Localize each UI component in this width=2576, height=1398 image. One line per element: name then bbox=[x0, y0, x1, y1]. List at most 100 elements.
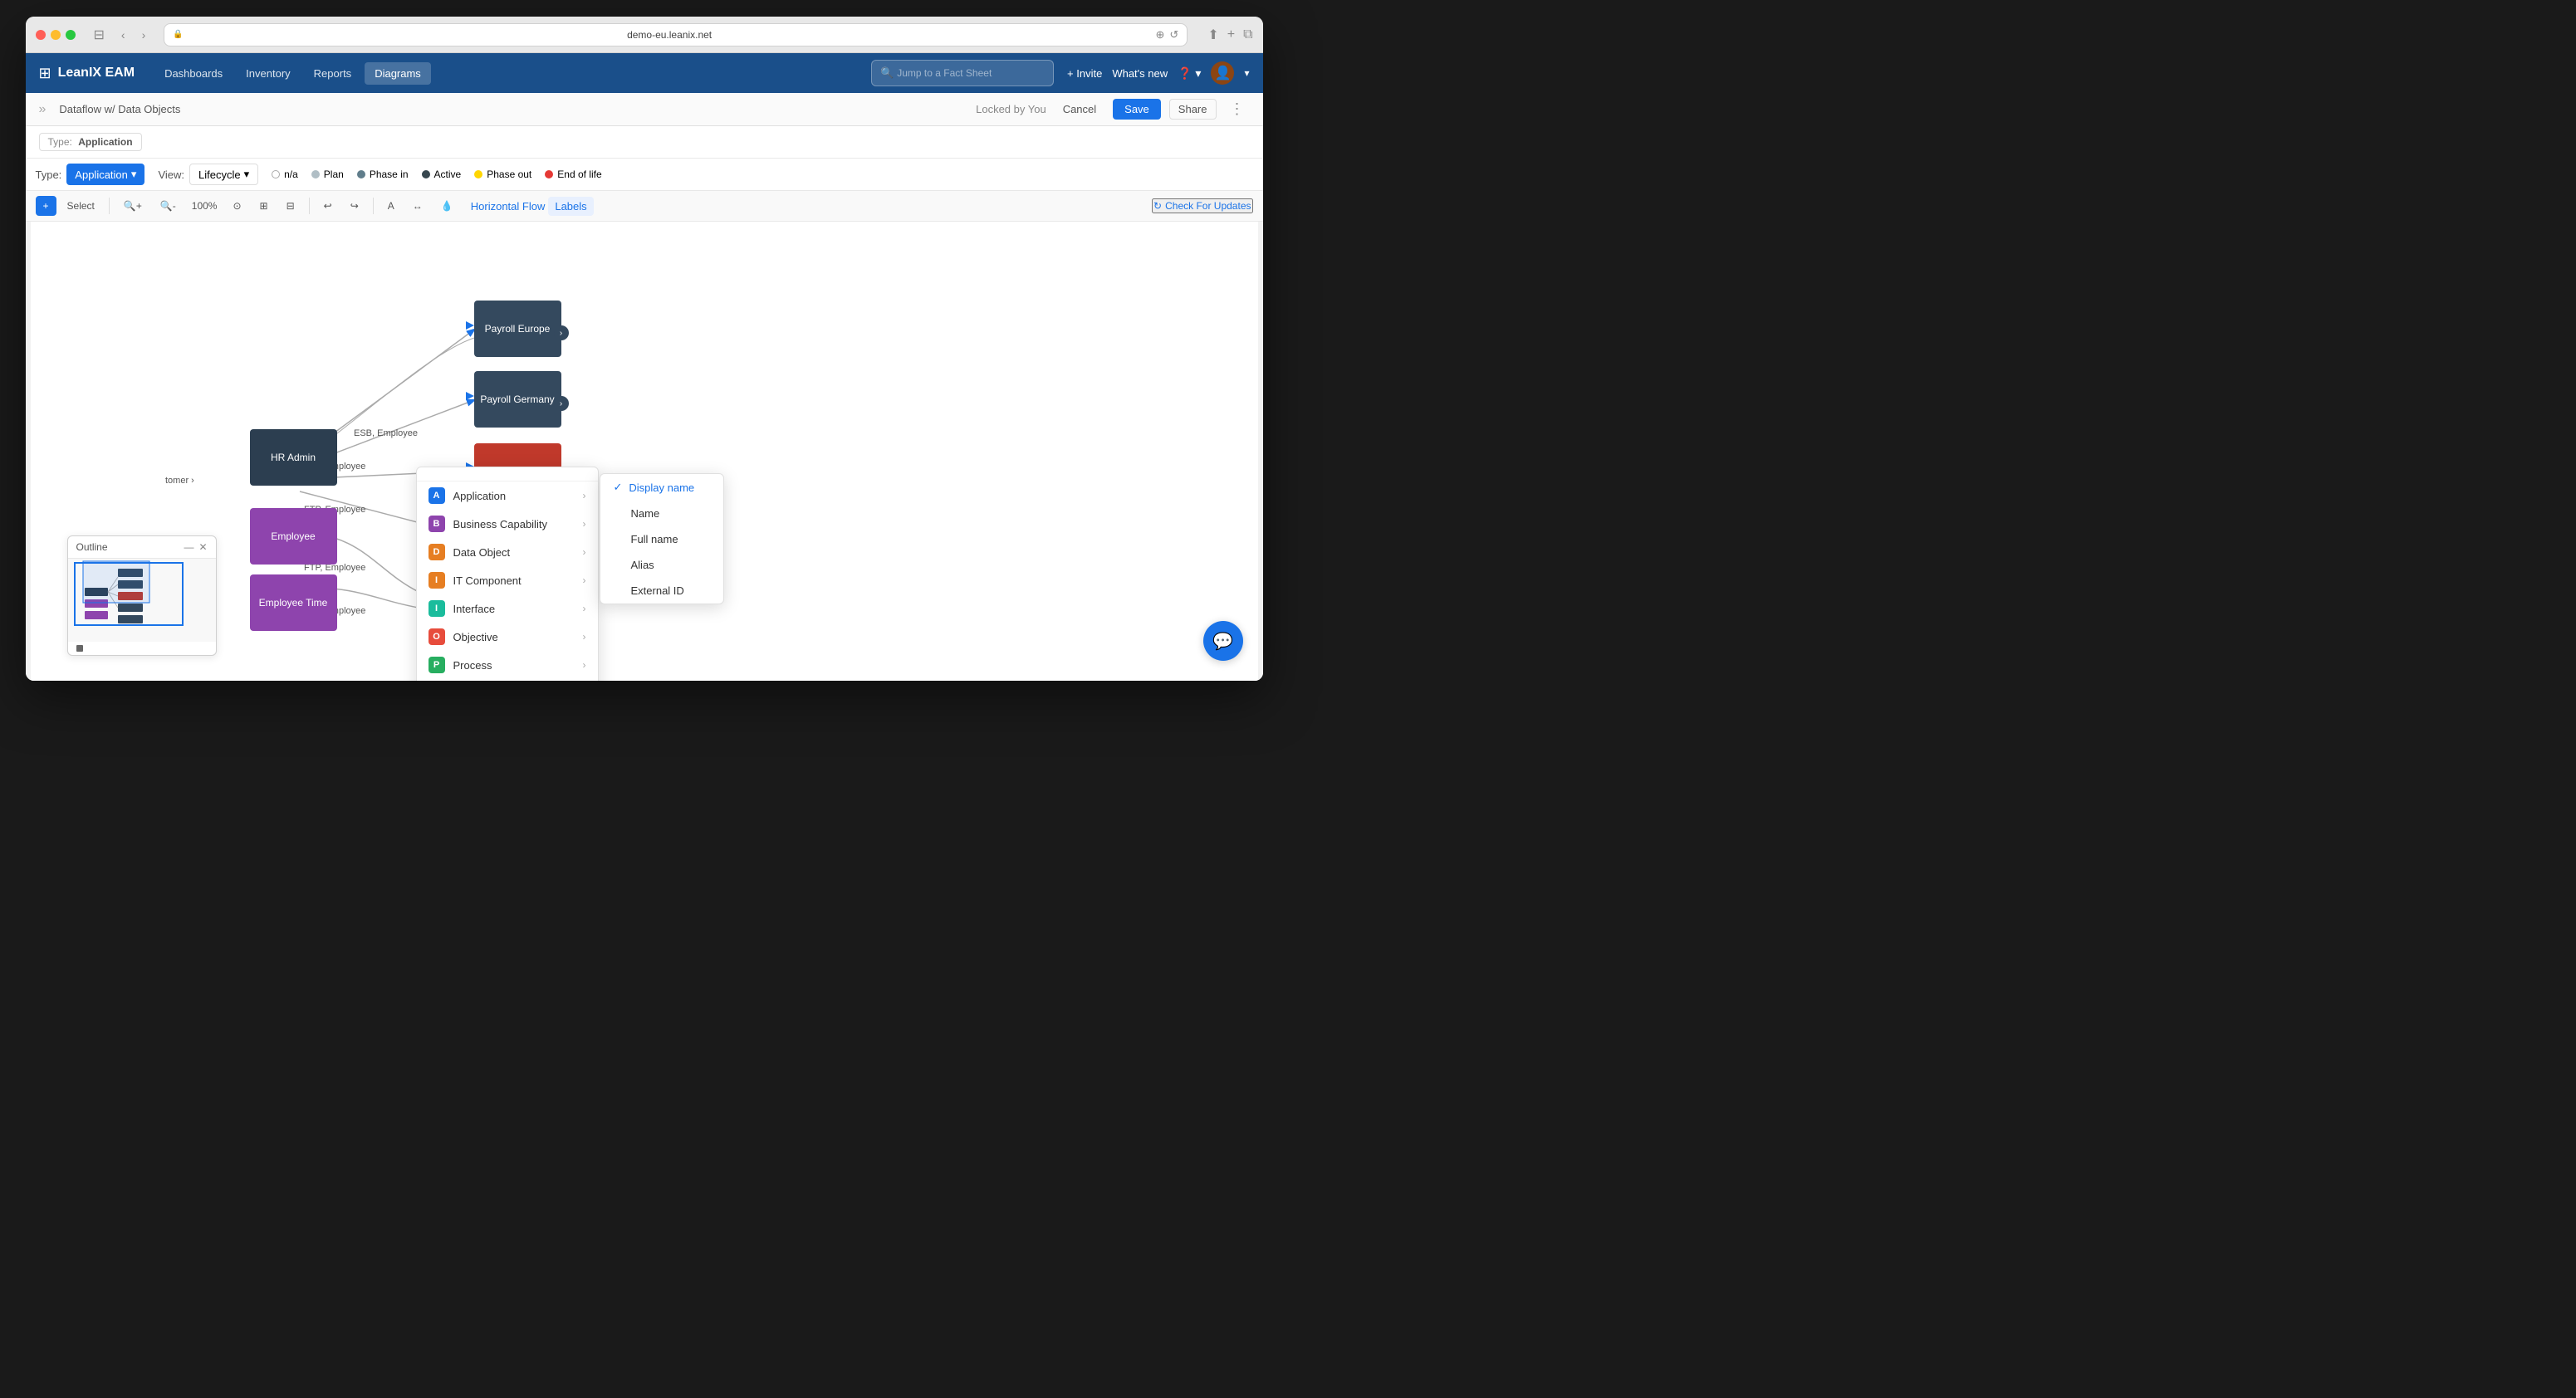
labels-dropdown: A Application › B Business Capability › … bbox=[416, 467, 599, 681]
breadcrumb: » Dataflow w/ Data Objects bbox=[39, 102, 181, 117]
security-icon: 🔒 bbox=[173, 30, 183, 39]
select-button[interactable]: Select bbox=[60, 196, 102, 216]
grid-icon: ⊟ bbox=[286, 200, 295, 212]
reload-icon[interactable]: ↺ bbox=[1169, 28, 1178, 42]
node-payroll-europe-arrow[interactable]: › bbox=[554, 325, 569, 340]
label-item-application[interactable]: A Application › bbox=[417, 481, 598, 510]
share-browser-button[interactable]: ⬆ bbox=[1207, 27, 1218, 43]
breadcrumb-toggle[interactable]: » bbox=[39, 102, 47, 117]
tabs-overview-button[interactable]: ⧉ bbox=[1243, 27, 1252, 43]
type-dropdown[interactable]: Application ▾ bbox=[66, 164, 144, 185]
maximize-button[interactable] bbox=[66, 30, 76, 40]
share-button[interactable]: Share bbox=[1169, 99, 1217, 120]
horizontal-flow-button[interactable]: Horizontal Flow bbox=[471, 200, 546, 213]
outline-close[interactable]: ✕ bbox=[198, 541, 207, 553]
label-item-provider[interactable]: P Provider › bbox=[417, 679, 598, 681]
node-employee[interactable]: Employee bbox=[250, 508, 337, 565]
label-item-it-component[interactable]: I IT Component › bbox=[417, 566, 598, 594]
fit-button[interactable]: ⊙ bbox=[225, 196, 248, 216]
submenu-alias[interactable]: Alias bbox=[600, 552, 723, 578]
browser-actions: ⬆ + ⧉ bbox=[1207, 27, 1252, 43]
zoom-in-button[interactable]: 🔍+ bbox=[116, 196, 149, 216]
whats-new-button[interactable]: What's new bbox=[1112, 67, 1168, 80]
minimize-button[interactable] bbox=[51, 30, 61, 40]
nav-dashboards[interactable]: Dashboards bbox=[154, 62, 233, 85]
view-dropdown[interactable]: Lifecycle ▾ bbox=[189, 164, 258, 185]
label-item-process[interactable]: P Process › bbox=[417, 651, 598, 679]
label-item-interface[interactable]: I Interface › bbox=[417, 594, 598, 623]
outline-footer bbox=[68, 642, 216, 655]
arrow-button[interactable]: ↔ bbox=[405, 196, 430, 216]
right-scrollbar bbox=[1258, 222, 1263, 681]
redo-button[interactable]: ↪ bbox=[343, 196, 366, 216]
browser-titlebar: ⊟ ‹ › 🔒 demo-eu.leanix.net ⊕ ↺ ⬆ + ⧉ bbox=[26, 17, 1263, 53]
select-label: Select bbox=[67, 200, 95, 212]
application-arrow-icon: › bbox=[583, 490, 586, 501]
table-icon: ⊞ bbox=[260, 200, 268, 212]
business-capability-label-text: Business Capability bbox=[453, 518, 547, 530]
data-object-badge: D bbox=[429, 544, 445, 560]
node-employee-time[interactable]: Employee Time bbox=[250, 574, 337, 631]
add-icon: + bbox=[43, 200, 49, 212]
text-button[interactable]: A bbox=[380, 196, 402, 216]
submenu-display-name[interactable]: ✓ Display name bbox=[600, 474, 723, 501]
type-badge: Type: Application bbox=[39, 133, 142, 151]
lifecycle-legend: n/a Plan Phase in Active Phase out bbox=[272, 169, 602, 180]
submenu-external-id[interactable]: External ID bbox=[600, 578, 723, 604]
cancel-button[interactable]: Cancel bbox=[1055, 100, 1104, 119]
submenu-name[interactable]: Name bbox=[600, 501, 723, 526]
forward-button[interactable]: › bbox=[137, 27, 151, 43]
chat-fab-button[interactable]: 💬 bbox=[1203, 621, 1243, 661]
new-tab-button[interactable]: + bbox=[1227, 27, 1235, 43]
label-item-objective[interactable]: O Objective › bbox=[417, 623, 598, 651]
close-button[interactable] bbox=[36, 30, 46, 40]
node-hr-admin[interactable]: HR Admin bbox=[250, 429, 337, 486]
outline-controls: — ✕ bbox=[184, 541, 207, 553]
node-payroll-germany-arrow[interactable]: › bbox=[554, 396, 569, 411]
help-button[interactable]: ❓ ▾ bbox=[1178, 66, 1201, 81]
refresh-icon: ↻ bbox=[1153, 200, 1162, 212]
undo-button[interactable]: ↩ bbox=[316, 196, 340, 216]
type-bar: Type: Application bbox=[26, 126, 1263, 159]
phase-out-dot bbox=[474, 170, 482, 178]
nav-diagrams[interactable]: Diagrams bbox=[365, 62, 431, 85]
more-options-button[interactable]: ⋮ bbox=[1225, 97, 1250, 121]
shape-button[interactable]: 💧 bbox=[433, 196, 461, 216]
sidebar-toggle[interactable]: ⊟ bbox=[89, 25, 110, 45]
outline-minimize[interactable]: — bbox=[184, 541, 193, 553]
node-payroll-germany[interactable]: Payroll Germany bbox=[474, 371, 561, 428]
check-updates-button[interactable]: ↻ Check For Updates bbox=[1152, 198, 1252, 213]
nav-inventory[interactable]: Inventory bbox=[236, 62, 300, 85]
address-bar[interactable]: 🔒 demo-eu.leanix.net ⊕ ↺ bbox=[164, 23, 1188, 46]
user-avatar[interactable]: 👤 bbox=[1211, 61, 1234, 85]
objective-label-text: Objective bbox=[453, 631, 498, 643]
plan-dot bbox=[311, 170, 320, 178]
search-bar[interactable]: 🔍 Jump to a Fact Sheet bbox=[871, 60, 1054, 86]
fit-icon: ⊙ bbox=[233, 200, 241, 212]
back-button[interactable]: ‹ bbox=[116, 27, 130, 43]
search-icon: 🔍 bbox=[880, 66, 894, 80]
outline-dot bbox=[76, 645, 83, 652]
label-item-data-object[interactable]: D Data Object › bbox=[417, 538, 598, 566]
node-payroll-europe[interactable]: Payroll Europe bbox=[474, 301, 561, 357]
labels-button[interactable]: Labels bbox=[548, 197, 593, 216]
grid-button[interactable]: ⊟ bbox=[279, 196, 302, 216]
canvas-area[interactable]: ESB, Employee FTP, Employee FTP, Employe… bbox=[26, 222, 1263, 681]
active-label: Active bbox=[434, 169, 462, 180]
nav-reports[interactable]: Reports bbox=[304, 62, 362, 85]
label-item-business-capability[interactable]: B Business Capability › bbox=[417, 510, 598, 538]
type-chevron-icon: ▾ bbox=[131, 168, 137, 181]
add-button[interactable]: + bbox=[36, 196, 56, 216]
submenu-full-name[interactable]: Full name bbox=[600, 526, 723, 552]
redo-icon: ↪ bbox=[350, 200, 359, 212]
avatar-dropdown[interactable]: ▾ bbox=[1244, 67, 1249, 79]
save-button[interactable]: Save bbox=[1113, 99, 1161, 120]
table-view-button[interactable]: ⊞ bbox=[252, 196, 276, 216]
zoom-out-button[interactable]: 🔍- bbox=[153, 196, 184, 216]
view-selector: View: Lifecycle ▾ bbox=[158, 164, 258, 185]
invite-button[interactable]: + Invite bbox=[1067, 67, 1102, 80]
top-navigation: ⊞ LeanIX EAM Dashboards Inventory Report… bbox=[26, 53, 1263, 93]
search-placeholder: Jump to a Fact Sheet bbox=[897, 67, 992, 79]
phase-in-dot bbox=[357, 170, 365, 178]
business-capability-arrow-icon: › bbox=[583, 518, 586, 530]
